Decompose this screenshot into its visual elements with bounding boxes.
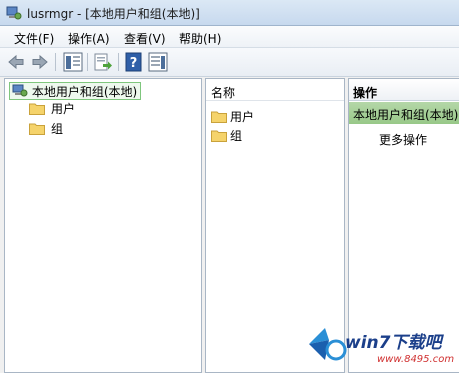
watermark-logo: win7下载吧 www.8495.com xyxy=(303,316,459,373)
svg-text:?: ? xyxy=(130,56,138,71)
show-hide-tree-icon[interactable] xyxy=(63,52,83,72)
toolbar-separator xyxy=(87,53,88,71)
window-title: lusrmgr - [本地用户和组(本地)] xyxy=(27,7,200,21)
watermark-brand: win7下载吧 xyxy=(345,333,442,353)
list-item-label: 用户 xyxy=(230,110,255,124)
list-item-users[interactable]: 用户 xyxy=(211,108,254,124)
computer-management-icon xyxy=(6,6,22,20)
tree-root-label: 本地用户和组(本地) xyxy=(31,85,138,99)
app-window: lusrmgr - [本地用户和组(本地)] 文件(F) 操作(A) 查看(V)… xyxy=(0,0,459,373)
tree-item-users[interactable]: 用户 xyxy=(29,100,75,116)
console-tree-pane: 本地用户和组(本地) 用户 组 xyxy=(4,78,202,373)
tree-root-local-users-and-groups[interactable]: 本地用户和组(本地) xyxy=(9,82,142,100)
folder-icon xyxy=(211,130,227,142)
computer-management-icon xyxy=(12,84,28,97)
toolbar: ? xyxy=(0,48,459,77)
show-hide-action-pane-icon[interactable] xyxy=(148,52,168,72)
back-arrow-icon[interactable] xyxy=(6,52,26,72)
menu-view[interactable]: 查看(V) xyxy=(124,30,166,47)
help-icon[interactable]: ? xyxy=(124,52,144,72)
toolbar-separator xyxy=(118,53,119,71)
folder-icon xyxy=(29,123,45,135)
menu-action[interactable]: 操作(A) xyxy=(68,30,110,47)
folder-icon xyxy=(211,111,227,123)
column-header-name[interactable]: 名称 xyxy=(206,79,344,101)
list-item-label: 组 xyxy=(230,129,243,143)
tree-item-groups[interactable]: 组 xyxy=(29,120,63,136)
watermark-url: www.8495.com xyxy=(377,354,455,365)
forward-arrow-icon[interactable] xyxy=(30,52,50,72)
toolbar-separator xyxy=(55,53,56,71)
actions-section-title[interactable]: 本地用户和组(本地) xyxy=(349,102,459,124)
list-item-groups[interactable]: 组 xyxy=(211,127,242,143)
title-bar[interactable]: lusrmgr - [本地用户和组(本地)] xyxy=(0,0,459,26)
folder-icon xyxy=(29,103,45,115)
watermark-logo-icon xyxy=(309,328,347,361)
menu-help[interactable]: 帮助(H) xyxy=(179,30,221,47)
tree-item-label: 用户 xyxy=(51,102,76,116)
menu-file[interactable]: 文件(F) xyxy=(14,30,54,47)
more-actions-link[interactable]: 更多操作 xyxy=(379,131,427,148)
export-list-icon[interactable] xyxy=(93,52,113,72)
actions-header: 操作 xyxy=(349,79,459,101)
menu-bar: 文件(F) 操作(A) 查看(V) 帮助(H) xyxy=(0,26,459,48)
tree-item-label: 组 xyxy=(51,122,64,136)
